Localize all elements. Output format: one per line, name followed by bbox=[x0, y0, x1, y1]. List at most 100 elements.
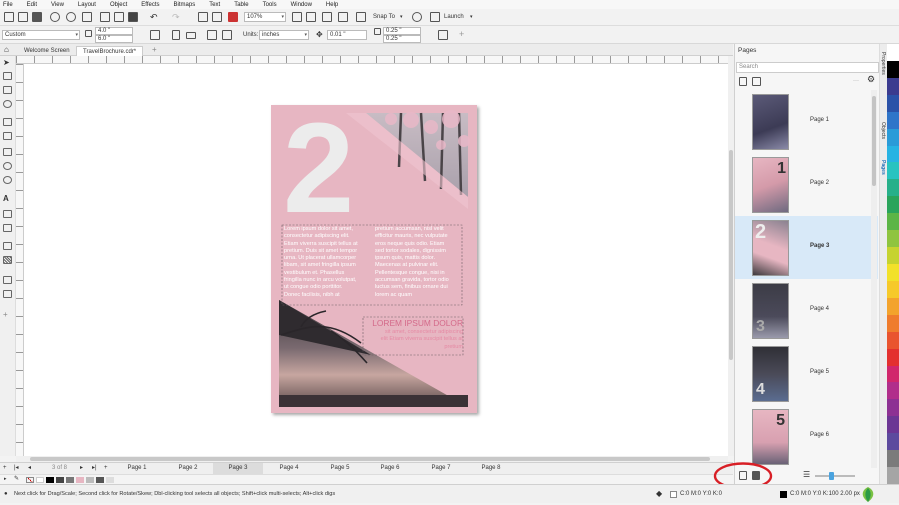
add-page-icon[interactable] bbox=[739, 77, 747, 86]
menu-edit[interactable]: Edit bbox=[27, 2, 37, 8]
duplicate-x-field[interactable]: 0.25 " bbox=[383, 27, 421, 35]
options-gear-icon[interactable] bbox=[412, 12, 422, 22]
palette-swatch[interactable] bbox=[887, 179, 899, 197]
more-options-icon[interactable]: ··· bbox=[853, 76, 859, 86]
tab-welcome-screen[interactable]: Welcome Screen bbox=[18, 46, 76, 56]
palette-swatch[interactable] bbox=[887, 467, 899, 484]
page-tab-4[interactable]: Page 4 bbox=[264, 463, 314, 474]
list-view-icon[interactable]: ☰ bbox=[803, 470, 810, 480]
home-icon[interactable]: ⌂ bbox=[4, 45, 9, 55]
menu-view[interactable]: View bbox=[51, 2, 64, 8]
body-text-column-1[interactable]: Lorem ipsum dolor sit amet, consectetur … bbox=[284, 226, 372, 299]
text-tool-icon[interactable]: A bbox=[3, 194, 12, 203]
thumbnail-size-slider[interactable] bbox=[815, 475, 855, 477]
gear-icon[interactable]: ⚙ bbox=[867, 74, 875, 84]
parallel-dimension-icon[interactable] bbox=[3, 210, 12, 218]
pick-tool-icon[interactable]: ➤ bbox=[3, 58, 12, 67]
share-icon[interactable] bbox=[66, 12, 76, 22]
fill-icon[interactable]: ◆ bbox=[656, 489, 662, 499]
fill-swatch[interactable] bbox=[670, 491, 677, 498]
page-thumbnail-row-3[interactable]: 2 Page 3 bbox=[735, 216, 878, 279]
menu-bitmaps[interactable]: Bitmaps bbox=[174, 2, 196, 8]
current-page-icon[interactable] bbox=[207, 30, 217, 40]
page-thumbnail-row-4[interactable]: 3 Page 4 bbox=[735, 279, 878, 342]
vertical-ruler[interactable] bbox=[16, 64, 24, 456]
publish-pdf-icon[interactable] bbox=[228, 12, 238, 22]
next-page-icon[interactable]: ▸ bbox=[80, 463, 83, 474]
connector-tool-icon[interactable] bbox=[3, 224, 12, 232]
palette-swatch[interactable] bbox=[887, 94, 899, 112]
landscape-icon[interactable] bbox=[186, 32, 196, 39]
transparency-icon[interactable] bbox=[3, 256, 12, 264]
swatch-black[interactable] bbox=[46, 477, 54, 483]
polygon-tool-icon[interactable] bbox=[3, 176, 12, 184]
docker-scrollbar-thumb[interactable] bbox=[872, 96, 876, 186]
page-tab-2[interactable]: Page 2 bbox=[163, 463, 213, 474]
menu-window[interactable]: Window bbox=[291, 2, 312, 8]
vertical-scrollbar-thumb[interactable] bbox=[729, 150, 733, 360]
swatch-white[interactable] bbox=[36, 477, 44, 483]
palette-swatch[interactable] bbox=[887, 247, 899, 264]
full-screen-icon[interactable] bbox=[292, 12, 302, 22]
palette-swatch[interactable] bbox=[887, 450, 899, 468]
swatch-dark-gray[interactable] bbox=[56, 477, 64, 483]
drop-shadow-icon[interactable] bbox=[3, 242, 12, 250]
palette-swatch[interactable] bbox=[887, 331, 899, 349]
page-thumbnail-row-2[interactable]: 1 Page 2 bbox=[735, 153, 878, 216]
menu-help[interactable]: Help bbox=[326, 2, 338, 8]
palette-swatch[interactable] bbox=[887, 382, 899, 400]
snap-to-dropdown[interactable]: Snap To bbox=[373, 12, 395, 22]
menu-tools[interactable]: Tools bbox=[263, 2, 277, 8]
snap-icon[interactable] bbox=[356, 12, 366, 22]
export-icon[interactable] bbox=[212, 12, 222, 22]
menu-effects[interactable]: Effects bbox=[141, 2, 159, 8]
page-tab-7[interactable]: Page 7 bbox=[416, 463, 466, 474]
palette-swatch[interactable] bbox=[887, 314, 899, 332]
page-size-preset-select[interactable]: Custom ▾ bbox=[2, 30, 80, 40]
open-folder-icon[interactable] bbox=[18, 12, 28, 22]
tab-travel-brochure[interactable]: TravelBrochure.cdr* bbox=[76, 46, 144, 56]
palette-swatch[interactable] bbox=[887, 280, 899, 298]
all-pages-size-icon[interactable] bbox=[222, 30, 232, 40]
page-tab-6[interactable]: Page 6 bbox=[365, 463, 415, 474]
launch-icon[interactable] bbox=[430, 12, 440, 22]
page-width-field[interactable]: 4.0 " bbox=[95, 27, 133, 35]
add-icon[interactable]: + bbox=[459, 29, 464, 39]
palette-swatch[interactable] bbox=[887, 348, 899, 366]
palette-swatch[interactable] bbox=[887, 60, 899, 78]
add-page-before-icon[interactable]: + bbox=[3, 463, 7, 474]
bleed-icon[interactable] bbox=[438, 30, 448, 40]
crop-tool-icon[interactable] bbox=[3, 86, 12, 94]
nudge-distance-field[interactable]: 0.01 " bbox=[327, 30, 367, 40]
duplicate-page-icon[interactable] bbox=[752, 77, 761, 86]
print-icon[interactable] bbox=[82, 12, 92, 22]
document-page[interactable]: 2 Lorem ipsum dolor sit amet, consectetu… bbox=[271, 105, 477, 413]
grid-icon[interactable] bbox=[322, 12, 332, 22]
thumbnail-size-slider-handle[interactable] bbox=[829, 472, 834, 480]
freehand-tool-icon[interactable] bbox=[3, 118, 12, 126]
page-tab-8[interactable]: Page 8 bbox=[466, 463, 516, 474]
palette-swatch[interactable] bbox=[887, 77, 899, 95]
palette-swatch[interactable] bbox=[887, 111, 899, 129]
outline-swatch[interactable] bbox=[780, 491, 787, 498]
section-subtext[interactable]: sit amet, consectetur adipiscing elit Et… bbox=[367, 329, 463, 351]
rulers-icon[interactable] bbox=[306, 12, 316, 22]
zoom-tool-icon[interactable] bbox=[3, 100, 12, 108]
eyedropper-icon[interactable]: ✎ bbox=[14, 475, 19, 484]
last-page-icon[interactable]: ▸| bbox=[92, 463, 97, 474]
page-thumbnail-row-1[interactable]: Page 1 bbox=[735, 90, 878, 153]
add-page-after-icon[interactable]: + bbox=[104, 463, 108, 474]
new-tab-icon[interactable]: + bbox=[152, 45, 157, 55]
palette-swatch[interactable] bbox=[887, 128, 899, 146]
menu-layout[interactable]: Layout bbox=[78, 2, 96, 8]
palette-swatch[interactable] bbox=[887, 416, 899, 434]
pages-search-input[interactable]: Search bbox=[736, 62, 879, 73]
shape-tool-icon[interactable] bbox=[3, 72, 12, 80]
rectangle-tool-icon[interactable] bbox=[3, 148, 12, 156]
horizontal-ruler[interactable] bbox=[16, 56, 728, 64]
cloud-icon[interactable] bbox=[50, 12, 60, 22]
palette-swatch[interactable] bbox=[887, 264, 899, 281]
page-tab-1[interactable]: Page 1 bbox=[112, 463, 162, 474]
side-tab-pages[interactable]: Pages bbox=[880, 160, 886, 175]
swatch-slate[interactable] bbox=[96, 477, 104, 483]
